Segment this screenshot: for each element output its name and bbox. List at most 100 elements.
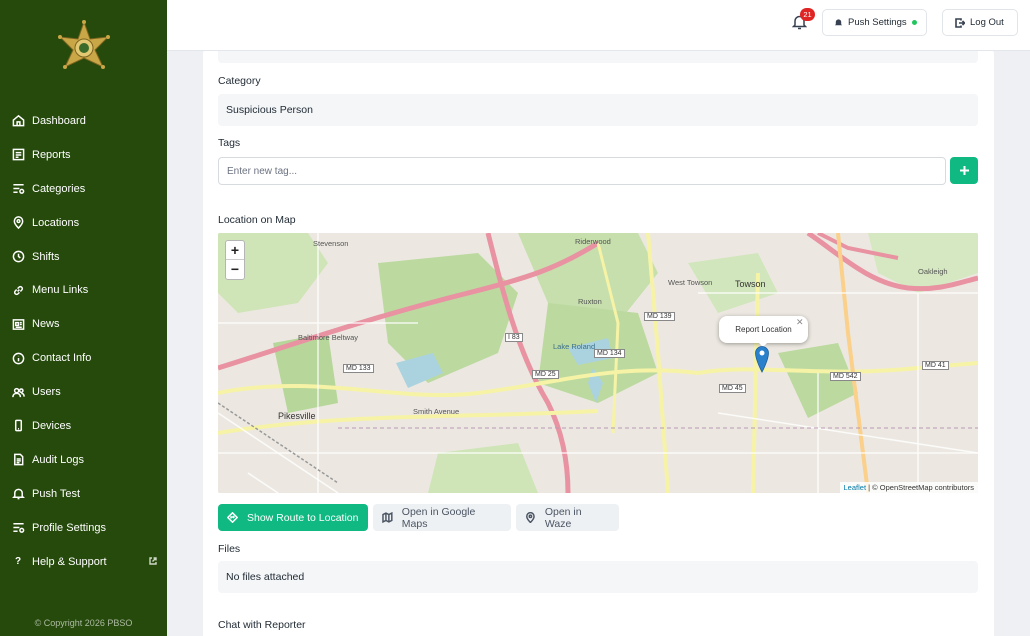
open-waze-label: Open in Waze	[544, 505, 582, 530]
sidebar-item-label: News	[32, 318, 60, 331]
road-shield-i83: I 83	[505, 333, 523, 342]
sidebar-item-label: Locations	[32, 216, 80, 229]
tags-label: Tags	[218, 137, 241, 149]
sidebar-item-label: Menu Links	[32, 284, 89, 297]
question-icon: ?	[14, 556, 22, 568]
sidebar-item-label: Reports	[32, 148, 71, 161]
open-google-maps-label: Open in Google Maps	[401, 505, 476, 530]
map-popup: Report Location	[719, 316, 808, 343]
sidebar-item-label: Shifts	[32, 250, 60, 263]
files-value: No files attached	[218, 561, 978, 593]
logout-label: Log Out	[970, 17, 1004, 28]
sidebar-item-shifts[interactable]: Shifts	[0, 240, 167, 274]
settings-icon	[11, 521, 25, 535]
map-tiles	[218, 233, 978, 493]
info-icon	[11, 351, 25, 365]
plus-icon	[959, 166, 969, 175]
sidebar-item-devices[interactable]: Devices	[0, 409, 167, 443]
report-detail-card: Category Suspicious Person Tags Location…	[203, 51, 994, 636]
road-shield-md542: MD 542	[830, 372, 861, 381]
road-shield-md25: MD 25	[532, 370, 559, 379]
zoom-out-button[interactable]: −	[226, 260, 244, 279]
show-route-button[interactable]: Show Route to Location	[218, 504, 368, 531]
map-label-lake-roland: Lake Roland	[553, 342, 596, 351]
sidebar-item-label: Help & Support	[32, 555, 107, 568]
sidebar-item-audit-logs[interactable]: Audit Logs	[0, 443, 167, 477]
sidebar-item-contact-info[interactable]: Contact Info	[0, 341, 167, 375]
map-zoom-control: + −	[225, 240, 245, 280]
location-map-label: Location on Map	[218, 214, 296, 226]
show-route-label: Show Route to Location	[247, 511, 359, 524]
files-label: Files	[218, 543, 241, 555]
clock-icon	[11, 250, 25, 264]
add-tag-button[interactable]	[950, 157, 978, 184]
map-label-baltimore-beltway: Baltimore Beltway	[298, 333, 359, 342]
map-icon	[382, 512, 393, 523]
previous-field-box	[218, 51, 978, 63]
sidebar-item-reports[interactable]: Reports	[0, 138, 167, 172]
leaflet-link[interactable]: Leaflet	[844, 483, 867, 492]
open-google-maps-button[interactable]: Open in Google Maps	[373, 504, 511, 531]
map-label-oakleigh: Oakleigh	[918, 267, 948, 276]
bell-icon	[834, 19, 843, 26]
map-attribution: Leaflet | © OpenStreetMap contributors	[839, 482, 978, 493]
road-shield-md139: MD 139	[644, 312, 675, 321]
category-value: Suspicious Person	[218, 94, 978, 126]
chat-label: Chat with Reporter	[218, 619, 306, 631]
push-settings-button[interactable]: Push Settings	[822, 9, 927, 36]
sidebar-item-label: Devices	[32, 419, 72, 432]
map-label-west-towson: West Towson	[668, 278, 713, 287]
map-label-towson: Towson	[735, 279, 766, 289]
sidebar-item-help-support[interactable]: ? Help & Support	[0, 545, 167, 579]
sidebar-item-label: Users	[32, 386, 61, 399]
location-pin-icon	[526, 512, 535, 523]
logout-button[interactable]: Log Out	[942, 9, 1018, 36]
reports-icon	[11, 148, 25, 162]
sidebar-item-profile-settings[interactable]: Profile Settings	[0, 511, 167, 545]
sidebar-item-push-test[interactable]: Push Test	[0, 477, 167, 511]
open-waze-button[interactable]: Open in Waze	[516, 504, 619, 531]
topbar: 21 Push Settings Log Out	[167, 0, 1030, 51]
zoom-in-button[interactable]: +	[226, 241, 244, 260]
map-label-smith-avenue: Smith Avenue	[413, 407, 460, 416]
map-label-pikesville: Pikesville	[278, 411, 316, 421]
sidebar-item-label: Contact Info	[32, 352, 92, 365]
sidebar-item-label: Audit Logs	[32, 453, 84, 466]
sidebar-item-locations[interactable]: Locations	[0, 206, 167, 240]
map-marker-icon[interactable]	[755, 346, 769, 373]
sidebar-item-label: Dashboard	[32, 114, 86, 127]
road-shield-md45: MD 45	[719, 384, 746, 393]
push-settings-label: Push Settings	[848, 17, 907, 28]
notification-count-badge: 21	[800, 8, 815, 21]
categories-icon	[11, 182, 25, 196]
sidebar-item-menu-links[interactable]: Menu Links	[0, 273, 167, 307]
location-pin-icon	[11, 216, 25, 230]
sidebar-item-users[interactable]: Users	[0, 375, 167, 409]
logout-icon	[955, 17, 965, 28]
sidebar-item-dashboard[interactable]: Dashboard	[0, 104, 167, 138]
document-icon	[11, 453, 25, 467]
sidebar: Dashboard Reports Categories Locations S…	[0, 0, 167, 636]
tag-input[interactable]	[218, 157, 946, 185]
bell-icon	[11, 487, 25, 501]
external-link-icon	[149, 556, 157, 568]
road-shield-md134: MD 134	[594, 349, 625, 358]
category-label: Category	[218, 75, 261, 87]
users-icon	[11, 385, 25, 399]
link-icon	[11, 283, 25, 297]
newspaper-icon	[11, 317, 25, 331]
sidebar-item-news[interactable]: News	[0, 307, 167, 341]
sidebar-item-label: Categories	[32, 182, 86, 195]
attribution-text: | © OpenStreetMap contributors	[866, 483, 974, 492]
sidebar-item-label: Push Test	[32, 487, 81, 500]
location-map[interactable]: Stevenson Riderwood Towson Pikesville Ru…	[218, 233, 978, 493]
sheriff-star-logo	[55, 20, 113, 76]
sidebar-item-label: Profile Settings	[32, 521, 106, 534]
road-shield-md41: MD 41	[922, 361, 949, 370]
route-icon	[227, 512, 238, 523]
phone-icon	[11, 419, 25, 433]
popup-close-icon[interactable]: ✕	[796, 317, 804, 328]
sidebar-item-categories[interactable]: Categories	[0, 172, 167, 206]
home-icon	[11, 114, 25, 128]
map-label-riderwood: Riderwood	[575, 237, 611, 246]
